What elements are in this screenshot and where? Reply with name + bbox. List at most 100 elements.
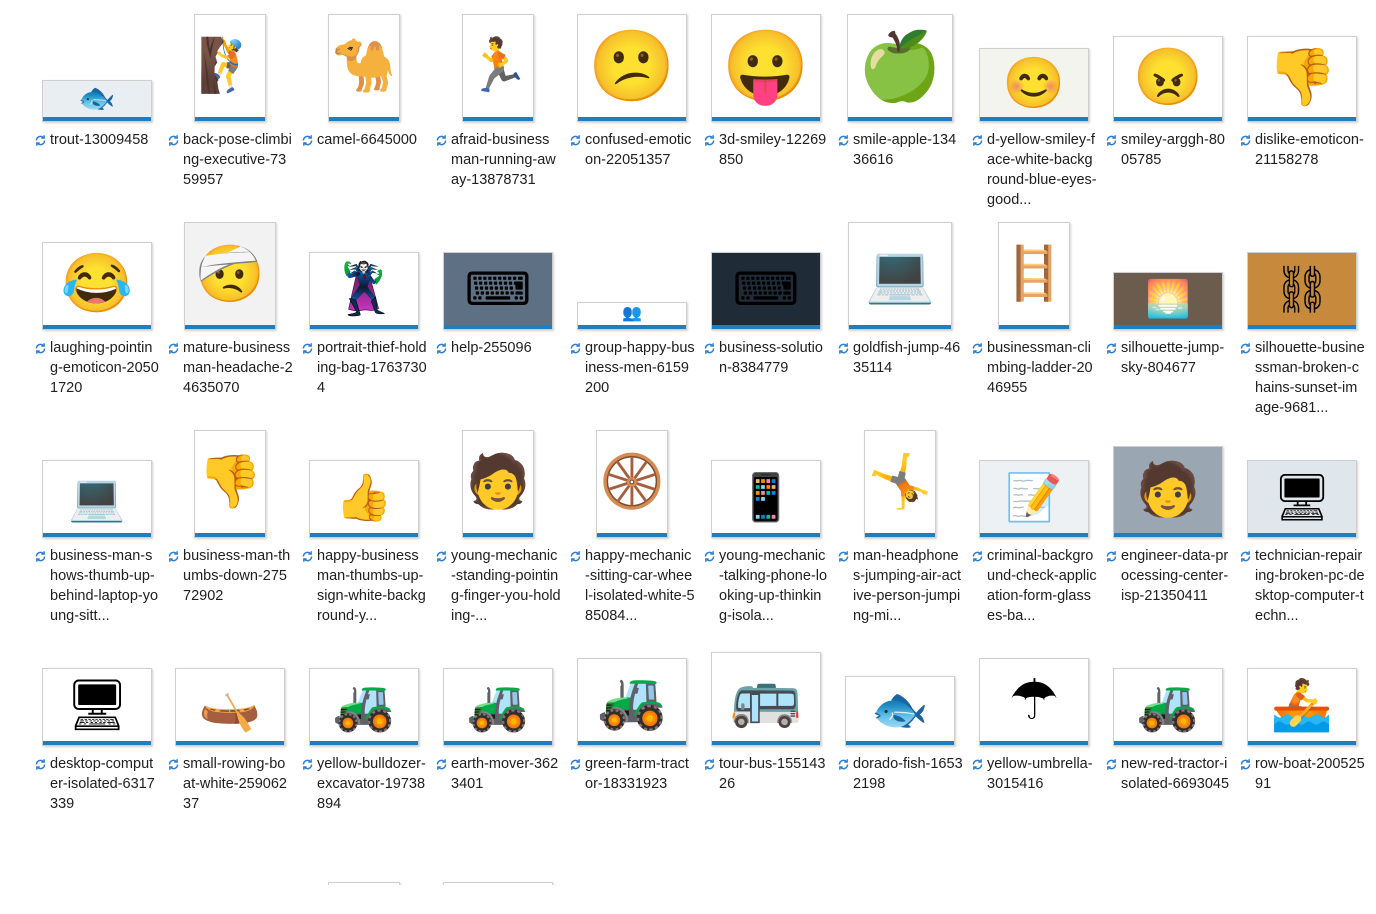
headache-image: 🤕 xyxy=(195,242,265,305)
file-label: engineer-data-processing-center-isp-2135… xyxy=(1105,546,1231,606)
thumbnail-area: 👥 xyxy=(569,220,695,330)
engineer-image: 🧑 xyxy=(1135,461,1201,519)
file-label: row-boat-20052591 xyxy=(1239,754,1365,794)
file-thumbnail: ☂ xyxy=(979,658,1089,746)
file-label: dislike-emoticon-21158278 xyxy=(1239,130,1365,170)
file-label: happy-mechanic-sitting-car-wheel-isolate… xyxy=(569,546,695,626)
file-name: camel-6645000 xyxy=(317,132,417,148)
sync-pending-icon xyxy=(703,130,719,150)
sync-pending-icon xyxy=(569,754,585,774)
file-name: help-255096 xyxy=(451,340,532,356)
sync-pending-icon xyxy=(1239,130,1255,150)
file-thumbnail: 🖥 xyxy=(42,668,152,746)
sync-pending-icon xyxy=(301,338,317,358)
file-name: group-happy-business-men-6159200 xyxy=(585,340,695,396)
sync-pending-icon xyxy=(569,546,585,566)
file-name: back-pose-climbing-executive-7359957 xyxy=(183,132,292,188)
file-thumbnail: ⌨ xyxy=(443,252,553,330)
file-label: afraid-businessman-running-away-13878731 xyxy=(435,130,561,190)
sync-pending-icon xyxy=(1105,338,1121,358)
file-label: 3d-smiley-12269850 xyxy=(703,130,829,170)
file-thumbnail: 🛶 xyxy=(175,668,285,746)
file-thumbnail: 🧗 xyxy=(194,14,266,122)
file-name: dorado-fish-16532198 xyxy=(853,756,963,792)
file-thumbnail: 🚜 xyxy=(309,668,419,746)
file-thumbnail: 😂 xyxy=(42,242,152,330)
file-name: criminal-background-check-application-fo… xyxy=(987,548,1097,624)
fish-image: 🐟 xyxy=(78,82,116,115)
thumbnail-area: 🖥 xyxy=(1239,428,1365,538)
file-label: yellow-bulldozer-excavator-19738894 xyxy=(301,754,427,814)
file-label: laughing-pointing-emoticon-20501720 xyxy=(34,338,160,398)
thumbnail-area: 😠 xyxy=(1105,12,1231,122)
sunset-image: 🌅 xyxy=(1145,278,1191,319)
file-name: young-mechanic-standing-pointing-finger-… xyxy=(451,548,561,624)
computer-image: 🖥 xyxy=(65,677,129,733)
sync-pending-icon xyxy=(971,754,987,774)
file-thumbnail: 😊 xyxy=(979,48,1089,122)
thumbnail-area: 🐕 xyxy=(569,844,695,885)
file-label: portrait-thief-holding-bag-17637304 xyxy=(301,338,427,398)
sync-pending-icon xyxy=(837,130,853,150)
thumbnail-area: 🧑 xyxy=(1105,428,1231,538)
thumbnail-area: ⌨ xyxy=(435,220,561,330)
file-thumbnail: 🚜 xyxy=(577,658,687,746)
file-label: new-red-tractor-isolated-6693045 xyxy=(1105,754,1231,794)
file-thumbnail: 🏃 xyxy=(462,14,534,122)
thumbnail-area: ▬ xyxy=(1239,844,1365,885)
thumbnail-area: 🚣 xyxy=(1239,636,1365,746)
sync-pending-icon xyxy=(301,754,317,774)
sync-pending-icon xyxy=(971,546,987,566)
thumbnail-area: ☂ xyxy=(971,636,1097,746)
file-name: desktop-computer-isolated-6317339 xyxy=(50,756,155,812)
canoe-image: 🛶 xyxy=(198,677,262,733)
sync-pending-icon xyxy=(435,130,451,150)
file-label: businessman-climbing-ladder-2046955 xyxy=(971,338,1097,398)
smiley-image: 😛 xyxy=(722,27,810,105)
laughing-image: 😂 xyxy=(60,251,134,316)
sync-pending-icon xyxy=(34,130,50,150)
file-thumbnail: 🚌 xyxy=(711,652,821,746)
file-thumbnail: 💻 xyxy=(42,460,152,538)
file-name: afraid-businessman-running-away-13878731 xyxy=(451,132,556,188)
file-name: row-boat-20052591 xyxy=(1255,756,1365,792)
sync-pending-icon xyxy=(301,546,317,566)
file-name: trout-13009458 xyxy=(50,132,149,148)
file-name: smiley-arggh-8005785 xyxy=(1121,132,1225,168)
file-thumbnail: 🚜 xyxy=(1113,668,1223,746)
sync-pending-icon xyxy=(435,754,451,774)
thumbnail-area: 🚜 xyxy=(569,636,695,746)
camel-image: 🐪 xyxy=(331,37,397,95)
file-label: back-pose-climbing-executive-7359957 xyxy=(167,130,293,190)
keyboard-image: ⌨ xyxy=(464,263,532,315)
sync-pending-icon xyxy=(837,546,853,566)
file-thumbnail: 🐪 xyxy=(328,14,400,122)
thumbnail-area: 🐟 xyxy=(34,12,160,122)
jump-image: 🤸 xyxy=(867,453,933,511)
thumbnail-area: 🧗 xyxy=(167,12,293,122)
sync-pending-icon xyxy=(1239,754,1255,774)
file-name: mature-businessman-headache-24635070 xyxy=(183,340,293,396)
thumbnail-area: ▬ xyxy=(1105,844,1231,885)
thumbnail-area: 😊 xyxy=(971,12,1097,122)
file-name: small-rowing-boat-white-25906237 xyxy=(183,756,287,812)
file-label: dorado-fish-16532198 xyxy=(837,754,963,794)
file-label: smiley-arggh-8005785 xyxy=(1105,130,1231,170)
file-thumbnail: 🧑 xyxy=(1113,446,1223,538)
sync-pending-icon xyxy=(1105,754,1121,774)
thumbnail-area: 🐶 xyxy=(435,844,561,885)
angry-image: 😠 xyxy=(1133,45,1203,108)
thumbnail-area: 😕 xyxy=(569,12,695,122)
thumbnail-area: 🐈 xyxy=(837,844,963,885)
file-grid: 🐟 trout-13009458 🧗 back-pose-climbing-execu… xyxy=(0,0,1376,885)
bulldozer-image: 🚜 xyxy=(332,677,396,733)
file-thumbnail: 👥 xyxy=(577,302,687,330)
file-label: camel-6645000 xyxy=(301,130,427,150)
file-thumbnail: 😛 xyxy=(711,14,821,122)
file-thumbnail: 🛞 xyxy=(596,430,668,538)
ladder-image: 🪜 xyxy=(1001,245,1067,303)
file-name: portrait-thief-holding-bag-17637304 xyxy=(317,340,427,396)
thumbnail-area: 👎 xyxy=(1239,12,1365,122)
file-name: 3d-smiley-12269850 xyxy=(719,132,827,168)
thumbnail-area: 🤸 xyxy=(837,428,963,538)
